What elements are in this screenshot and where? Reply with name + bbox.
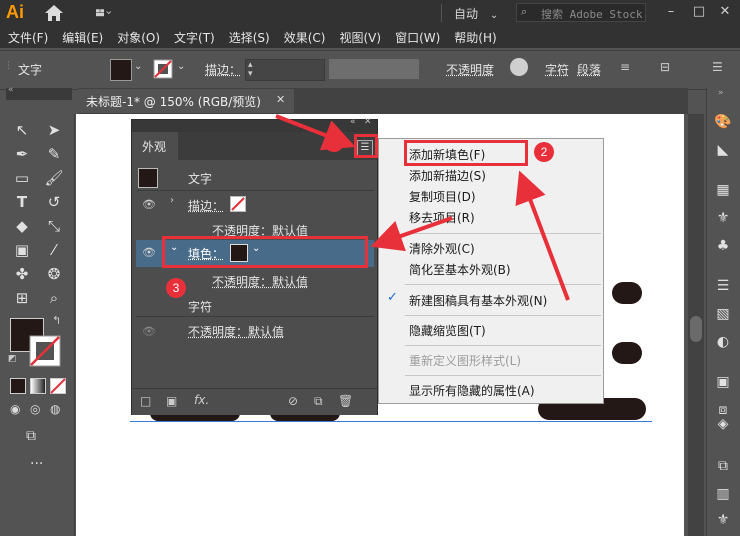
arrow-to-panel-menu <box>276 116 348 144</box>
annotation-arrows <box>0 0 740 536</box>
arrow-to-add-fill <box>522 178 568 300</box>
arrow-to-fill-row <box>378 218 452 244</box>
